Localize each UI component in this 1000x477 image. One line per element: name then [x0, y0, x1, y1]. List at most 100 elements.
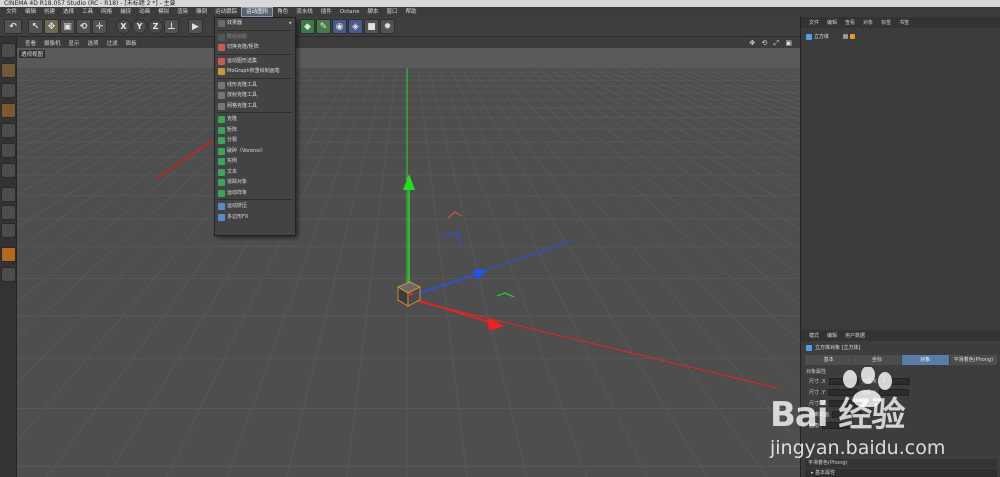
texture-mode-icon[interactable] [1, 83, 16, 98]
dropdown-item[interactable]: 矩阵 [215, 125, 295, 136]
object-manager-menu-item[interactable]: 标签 [877, 19, 895, 26]
tweak-mode-icon[interactable] [1, 205, 16, 220]
edge-mode-icon[interactable] [1, 143, 16, 158]
viewport-menu-item[interactable]: 显示 [65, 39, 84, 47]
brush-icon[interactable] [1, 247, 16, 262]
live-select-icon[interactable]: ↖ [28, 19, 43, 34]
object-manager-menu-item[interactable]: 查看 [841, 19, 859, 26]
rotate-tool-icon[interactable]: ⟲ [76, 19, 91, 34]
deformer-icon[interactable]: ◈ [348, 19, 363, 34]
attribute-value-field[interactable] [822, 422, 853, 429]
attribute-subtab[interactable]: 对象 [901, 355, 949, 365]
attribute-value-field[interactable] [828, 389, 859, 396]
menu-item[interactable]: 模拟 [154, 7, 173, 17]
menu-item[interactable]: 工具 [78, 7, 97, 17]
snap-icon[interactable] [1, 223, 16, 238]
dropdown-item[interactable]: 运动样条 [215, 188, 295, 199]
attribute-menu-item[interactable]: 模式 [805, 332, 823, 339]
dropdown-item[interactable]: 追踪对象 [215, 177, 295, 188]
dropdown-item[interactable]: 效果器 ▸ [215, 18, 295, 29]
menu-item[interactable]: 动画 [135, 7, 154, 17]
polygon-mode-icon[interactable] [1, 163, 16, 178]
object-manager-menu-item[interactable]: 对象 [859, 19, 877, 26]
menu-item[interactable]: 网格 [97, 7, 116, 17]
menu-item[interactable]: 捕捉 [116, 7, 135, 17]
dropdown-item[interactable]: 运动挤压 [215, 201, 295, 212]
tag-icon[interactable] [850, 34, 856, 39]
viewport-menu-item[interactable]: 选项 [84, 39, 103, 47]
layer-icon[interactable] [1, 267, 16, 282]
viewport-menu-item[interactable]: 过滤 [103, 39, 122, 47]
x-axis-lock-button[interactable]: X [116, 19, 131, 34]
menu-item[interactable]: 角色 [273, 7, 292, 17]
menu-item[interactable]: 运动跟踪 [211, 7, 241, 17]
attribute-value-field[interactable] [828, 378, 859, 385]
make-editable-icon[interactable] [1, 43, 16, 58]
dropdown-item[interactable]: 破碎（Voronoi） [215, 146, 295, 157]
viewport-menu-item[interactable]: 面板 [122, 39, 141, 47]
menu-item[interactable]: Octane [336, 7, 364, 17]
attribute-menu-item[interactable]: 用户数据 [841, 332, 869, 339]
menu-item[interactable]: 流水线 [292, 7, 317, 17]
dropdown-item[interactable]: 群组追踪 [215, 32, 295, 43]
y-axis-lock-button[interactable]: Y [132, 19, 147, 34]
menu-item[interactable]: 渲染 [173, 7, 192, 17]
subdivision-icon[interactable]: ◉ [332, 19, 347, 34]
menu-item[interactable]: 雕刻 [192, 7, 211, 17]
model-mode-icon[interactable] [1, 63, 16, 78]
attribute-subtab[interactable]: 平滑着色(Phong) [949, 355, 997, 365]
point-mode-icon[interactable] [1, 123, 16, 138]
viewport-menu-item[interactable]: 摄像机 [40, 39, 65, 47]
menu-item[interactable]: 插件 [317, 7, 336, 17]
scale-tool-icon[interactable]: ▣ [60, 19, 75, 34]
object-manager-menu-item[interactable]: 文件 [805, 19, 823, 26]
menu-item[interactable]: 选择 [59, 7, 78, 17]
recent-tool-icon[interactable]: ✛ [92, 19, 107, 34]
dropdown-item[interactable]: 网格克隆工具 [215, 101, 295, 112]
viewport-nav-icons[interactable]: ✥ ⟲ ⤢ ▣ [749, 39, 794, 48]
dropdown-item[interactable]: 实例 [215, 156, 295, 167]
menu-item[interactable]: 脚本 [364, 7, 383, 17]
menu-item[interactable]: 创建 [40, 7, 59, 17]
cube-create-icon[interactable]: ◆ [300, 19, 315, 34]
menu-item[interactable]: 编辑 [21, 7, 40, 17]
menu-item[interactable]: 运动图形 [241, 7, 274, 17]
undo-button[interactable]: ↶ [4, 19, 22, 34]
move-tool-icon[interactable]: ✥ [44, 19, 59, 34]
pen-spline-icon[interactable]: ✎ [316, 19, 331, 34]
workplane-icon[interactable] [1, 103, 16, 118]
visibility-dot-icon[interactable] [843, 34, 849, 39]
render-view-icon[interactable]: ▶ [188, 19, 203, 34]
axis-mode-icon[interactable] [1, 187, 16, 202]
attribute-value-field[interactable] [828, 400, 859, 407]
basic-properties-header[interactable]: ▸ 基本属性 [805, 469, 997, 477]
dropdown-item[interactable]: 分裂 [215, 135, 295, 146]
viewport-menu-item[interactable]: 查看 [21, 39, 40, 47]
coordinate-system-icon[interactable]: ⊥ [164, 19, 179, 34]
perspective-viewport[interactable]: 透视视图 [17, 48, 800, 477]
light-icon[interactable]: ✹ [380, 19, 395, 34]
phong-section-header[interactable]: 平滑着色(Phong) [805, 459, 997, 468]
camera-icon[interactable]: ■ [364, 19, 379, 34]
dropdown-item[interactable]: 克隆 [215, 114, 295, 125]
dropdown-item[interactable]: 切换克隆/矩阵 [215, 42, 295, 53]
attribute-subtab[interactable]: 基本 [805, 355, 853, 365]
attribute-value-field[interactable] [832, 411, 863, 418]
dropdown-item[interactable]: 文本 [215, 167, 295, 178]
attribute-subtab[interactable]: 坐标 [853, 355, 901, 365]
segment-value-field[interactable] [878, 389, 909, 396]
attribute-menu-item[interactable]: 编辑 [823, 332, 841, 339]
menu-item[interactable]: 帮助 [402, 7, 421, 17]
object-manager-menu-item[interactable]: 书签 [895, 19, 913, 26]
segment-value-field[interactable]: 1 [879, 378, 910, 385]
object-row-cube[interactable]: 立方体 [806, 32, 856, 41]
dropdown-item[interactable]: 运动图形选集 [215, 56, 295, 67]
menu-item[interactable]: 文件 [2, 7, 21, 17]
dropdown-item[interactable]: 多边形FX [215, 212, 295, 223]
dropdown-item[interactable]: MoGraph权重绘制画笔 [215, 66, 295, 77]
menu-item[interactable]: 窗口 [383, 7, 402, 17]
z-axis-lock-button[interactable]: Z [148, 19, 163, 34]
object-manager-menu-item[interactable]: 编辑 [823, 19, 841, 26]
dropdown-item[interactable]: 线形克隆工具 [215, 80, 295, 91]
dropdown-item[interactable]: 放射克隆工具 [215, 90, 295, 101]
